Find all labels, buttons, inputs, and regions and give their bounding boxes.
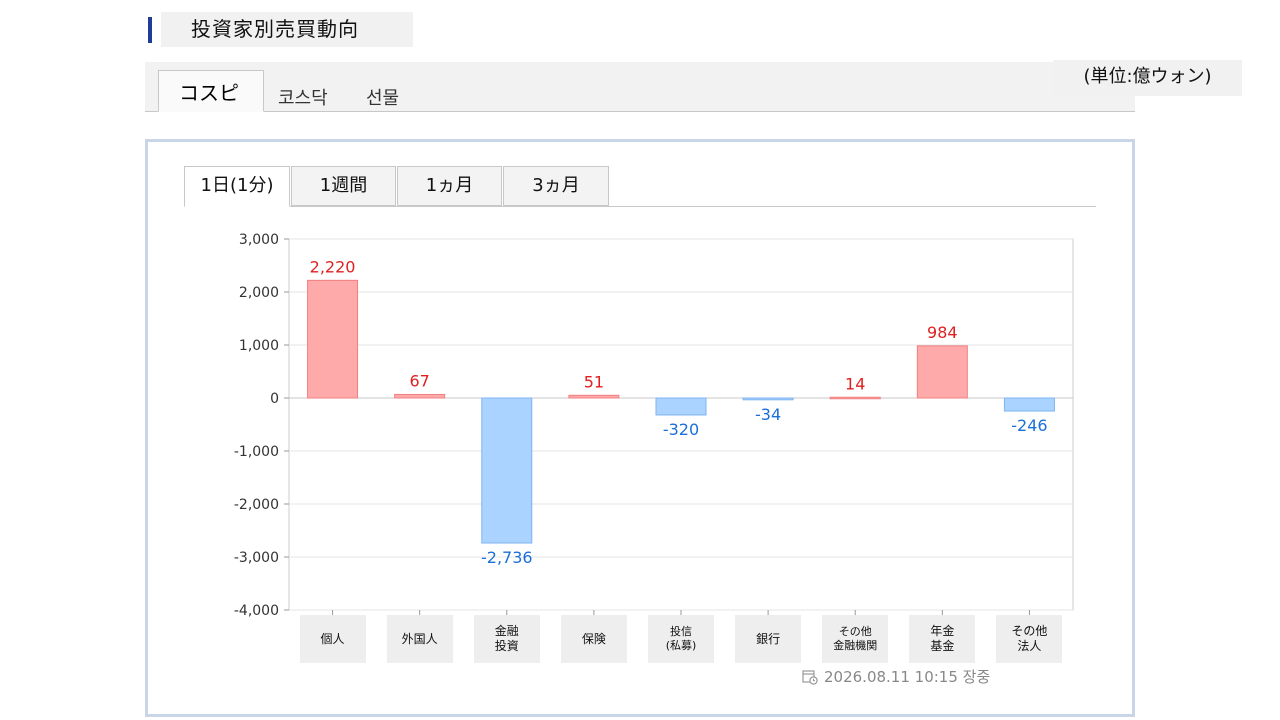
bar [1003, 397, 1055, 412]
timestamp: 2026.08.11 10:15 장중 [802, 666, 990, 687]
data-label: 14 [845, 374, 865, 393]
data-label: -34 [755, 405, 781, 424]
x-category-label: その他 法人 [996, 615, 1063, 663]
bar [568, 394, 620, 399]
data-label: 51 [584, 372, 604, 391]
bar [481, 397, 533, 544]
data-label: -246 [1011, 416, 1047, 435]
data-label: -2,736 [481, 548, 533, 567]
timestamp-text: 2026.08.11 10:15 장중 [824, 668, 991, 686]
bar [829, 396, 881, 400]
y-tick-label: 1,000 [239, 338, 279, 354]
x-category-label: 銀行 [735, 615, 802, 663]
y-tick-label: 3,000 [239, 232, 279, 248]
y-tick-label: -2,000 [234, 497, 279, 513]
x-category-label: その他 金融機関 [822, 615, 889, 663]
bar [742, 397, 794, 401]
x-category-label: 年金 基金 [909, 615, 976, 663]
calendar-clock-icon [802, 669, 818, 685]
y-tick-label: 2,000 [239, 285, 279, 301]
y-tick-label: -4,000 [234, 603, 279, 619]
bar-chart: 3,000 2,000 1,000 0 -1,000 -2,000 -3,000 -4,000… [234, 232, 1074, 619]
x-category-label: 金融 投資 [473, 615, 540, 663]
data-label: -320 [663, 420, 699, 439]
x-category-label: 保険 [560, 615, 627, 663]
x-category-label: 投信 (私募) [648, 615, 714, 663]
data-label: 67 [409, 371, 429, 390]
bar [307, 279, 359, 399]
y-tick-label: -1,000 [234, 444, 279, 460]
y-tick-label: -3,000 [234, 550, 279, 566]
bar [655, 397, 707, 416]
y-tick-label: 0 [270, 391, 279, 407]
x-category-label: 外国人 [386, 615, 453, 663]
x-category-label: 個人 [299, 615, 366, 663]
bar [916, 345, 968, 399]
data-label: 984 [927, 323, 958, 342]
bar [394, 393, 446, 399]
data-label: 2,220 [310, 257, 356, 276]
